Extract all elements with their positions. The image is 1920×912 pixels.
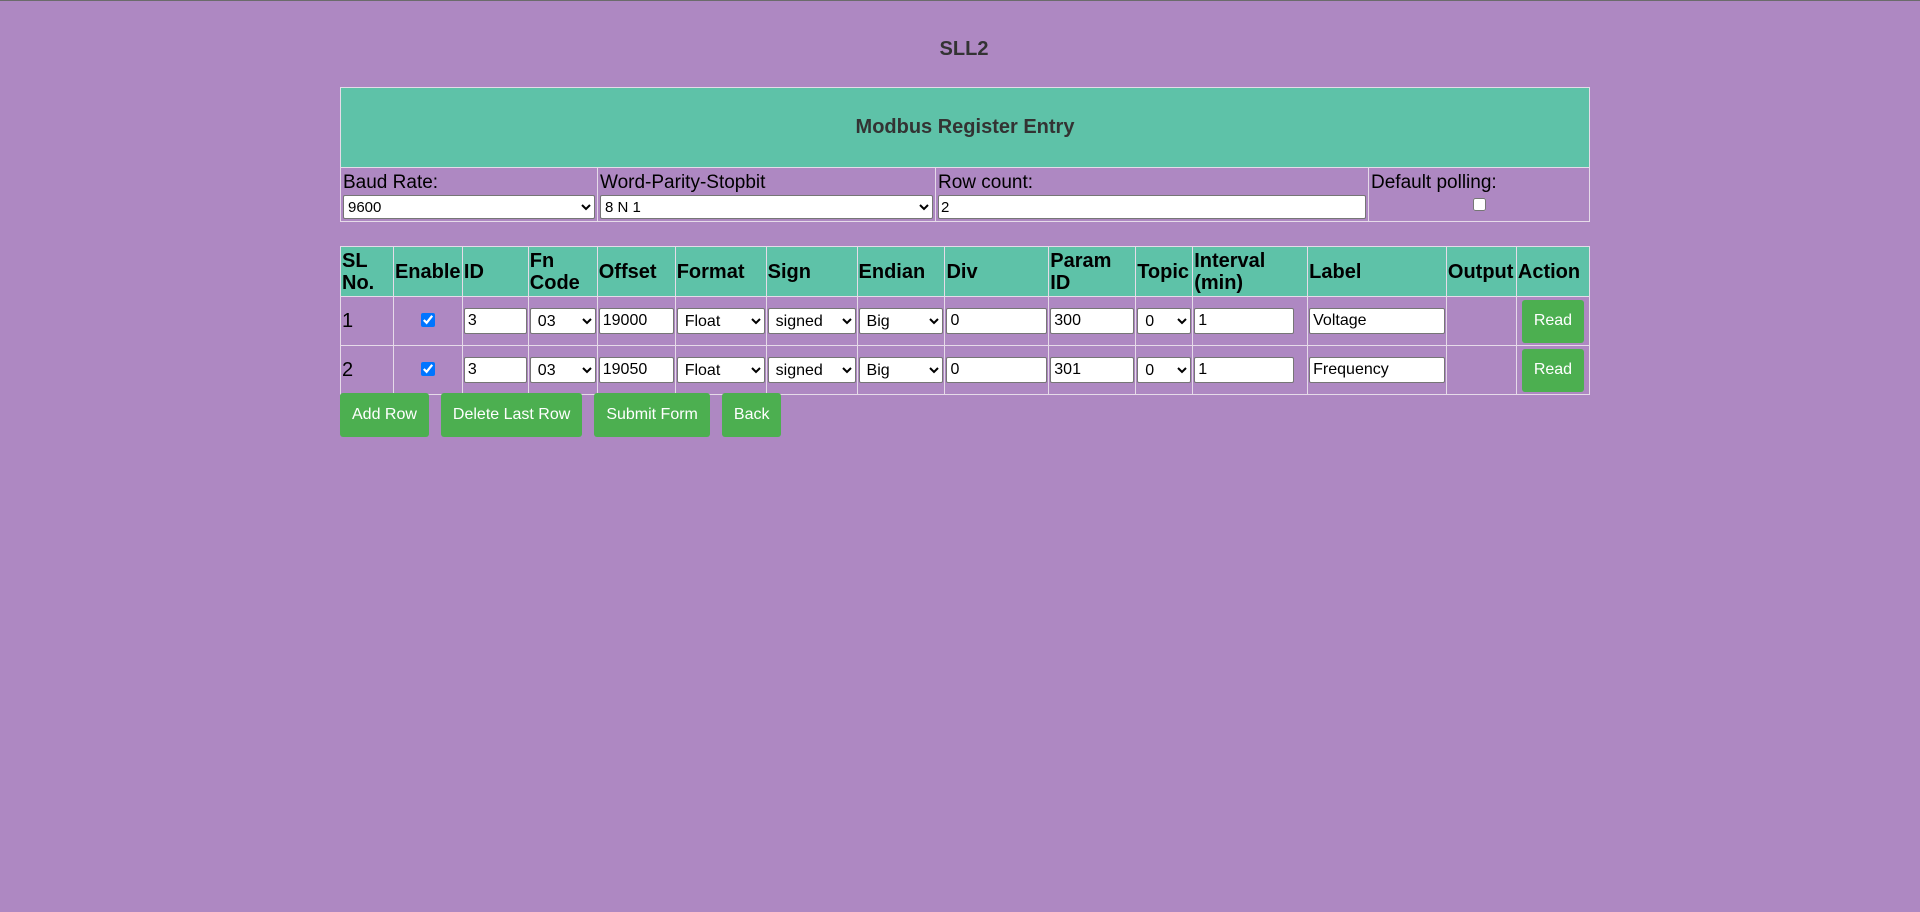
fn-code-cell: 03 — [527, 296, 598, 346]
col-interval: Interval (min) — [1192, 246, 1309, 297]
table-row: 1 03 Float signed Big 0 Read — [340, 296, 1591, 346]
submit-form-button[interactable]: Submit Form — [594, 393, 710, 437]
div-input[interactable] — [946, 308, 1048, 334]
action-cell: Read — [1515, 296, 1591, 346]
param-id-cell — [1048, 296, 1137, 346]
row-sl-no: 1 — [340, 296, 394, 346]
offset-input[interactable] — [598, 308, 674, 334]
col-action: Action — [1515, 246, 1591, 297]
label-cell — [1307, 296, 1447, 346]
settings-table: Modbus Register Entry Baud Rate: 9600 Wo… — [340, 87, 1590, 222]
page-title: SLL2 — [939, 38, 989, 60]
id-cell — [461, 296, 529, 346]
output-cell — [1445, 296, 1517, 346]
sign-cell: signed — [765, 345, 858, 395]
id-cell — [461, 345, 529, 395]
col-id: ID — [461, 246, 529, 297]
fn-code-cell: 03 — [527, 345, 598, 395]
col-param-id: Param ID — [1048, 246, 1137, 297]
default-polling-checkbox[interactable] — [1472, 198, 1486, 211]
label-input[interactable] — [1309, 357, 1445, 383]
offset-input[interactable] — [598, 357, 674, 383]
enable-checkbox[interactable] — [420, 361, 435, 376]
col-output: Output — [1445, 246, 1517, 297]
table-header-row: SL No. Enable ID Fn Code Offset Format S… — [340, 246, 1591, 297]
col-div: Div — [944, 246, 1050, 297]
settings-header: Modbus Register Entry — [340, 87, 1590, 168]
endian-select[interactable]: Big — [858, 357, 944, 383]
baud-rate-cell: Baud Rate: 9600 — [340, 167, 598, 222]
read-button[interactable]: Read — [1521, 299, 1584, 343]
sign-cell: signed — [765, 296, 858, 346]
fn-code-select[interactable]: 03 — [529, 308, 596, 334]
param-id-input[interactable] — [1050, 308, 1135, 334]
col-endian: Endian — [856, 246, 946, 297]
endian-cell: Big — [856, 296, 946, 346]
delete-last-row-button[interactable]: Delete Last Row — [440, 393, 583, 437]
baud-rate-label: Baud Rate: — [343, 172, 439, 193]
interval-input[interactable] — [1194, 357, 1295, 383]
div-input[interactable] — [946, 357, 1048, 383]
endian-select[interactable]: Big — [858, 308, 944, 334]
label-input[interactable] — [1309, 308, 1445, 334]
col-label: Label — [1307, 246, 1447, 297]
topic-cell: 0 — [1135, 345, 1194, 395]
baud-rate-select[interactable]: 9600 — [343, 195, 595, 219]
fn-code-select[interactable]: 03 — [529, 357, 596, 383]
output-cell — [1445, 345, 1517, 395]
topic-select[interactable]: 0 — [1137, 308, 1192, 334]
endian-cell: Big — [856, 345, 946, 395]
back-button[interactable]: Back — [721, 393, 782, 437]
format-cell: Float — [674, 296, 767, 346]
format-select[interactable]: Float — [676, 308, 765, 334]
param-id-input[interactable] — [1050, 357, 1135, 383]
read-button[interactable]: Read — [1521, 348, 1584, 392]
row-count-input[interactable] — [938, 195, 1366, 219]
col-topic: Topic — [1135, 246, 1194, 297]
enable-cell — [392, 296, 463, 346]
enable-cell — [392, 345, 463, 395]
register-table: SL No. Enable ID Fn Code Offset Format S… — [340, 246, 1591, 395]
topic-cell: 0 — [1135, 296, 1194, 346]
label-cell — [1307, 345, 1447, 395]
offset-cell — [596, 345, 676, 395]
row-count-cell: Row count: — [935, 167, 1369, 222]
interval-cell — [1192, 296, 1309, 346]
interval-cell — [1192, 345, 1309, 395]
col-enable: Enable — [392, 246, 463, 297]
default-polling-cell: Default polling: — [1368, 167, 1590, 222]
topic-select[interactable]: 0 — [1137, 357, 1192, 383]
col-fn-code: Fn Code — [527, 246, 598, 297]
div-cell — [944, 296, 1050, 346]
default-polling-label: Default polling: — [1371, 172, 1497, 193]
sign-select[interactable]: signed — [767, 308, 856, 334]
col-sign: Sign — [765, 246, 858, 297]
add-row-button[interactable]: Add Row — [340, 393, 429, 437]
div-cell — [944, 345, 1050, 395]
word-parity-stopbit-select[interactable]: 8 N 1 — [600, 195, 933, 219]
id-input[interactable] — [463, 308, 527, 334]
col-offset: Offset — [596, 246, 676, 297]
col-format: Format — [674, 246, 767, 297]
top-border — [0, 0, 1920, 1]
enable-checkbox[interactable] — [420, 312, 435, 327]
table-row: 2 03 Float signed Big 0 Read — [340, 345, 1591, 395]
interval-input[interactable] — [1194, 308, 1295, 334]
col-sl-no: SL No. — [340, 246, 394, 297]
word-parity-stopbit-cell: Word-Parity-Stopbit 8 N 1 — [597, 167, 936, 222]
form-actions: Add Row Delete Last Row Submit Form Back — [340, 393, 782, 437]
id-input[interactable] — [463, 357, 527, 383]
param-id-cell — [1048, 345, 1137, 395]
word-parity-stopbit-label: Word-Parity-Stopbit — [600, 172, 766, 193]
format-cell: Float — [674, 345, 767, 395]
sign-select[interactable]: signed — [767, 357, 856, 383]
format-select[interactable]: Float — [676, 357, 765, 383]
row-count-label: Row count: — [938, 172, 1034, 193]
offset-cell — [596, 296, 676, 346]
row-sl-no: 2 — [340, 345, 394, 395]
action-cell: Read — [1515, 345, 1591, 395]
